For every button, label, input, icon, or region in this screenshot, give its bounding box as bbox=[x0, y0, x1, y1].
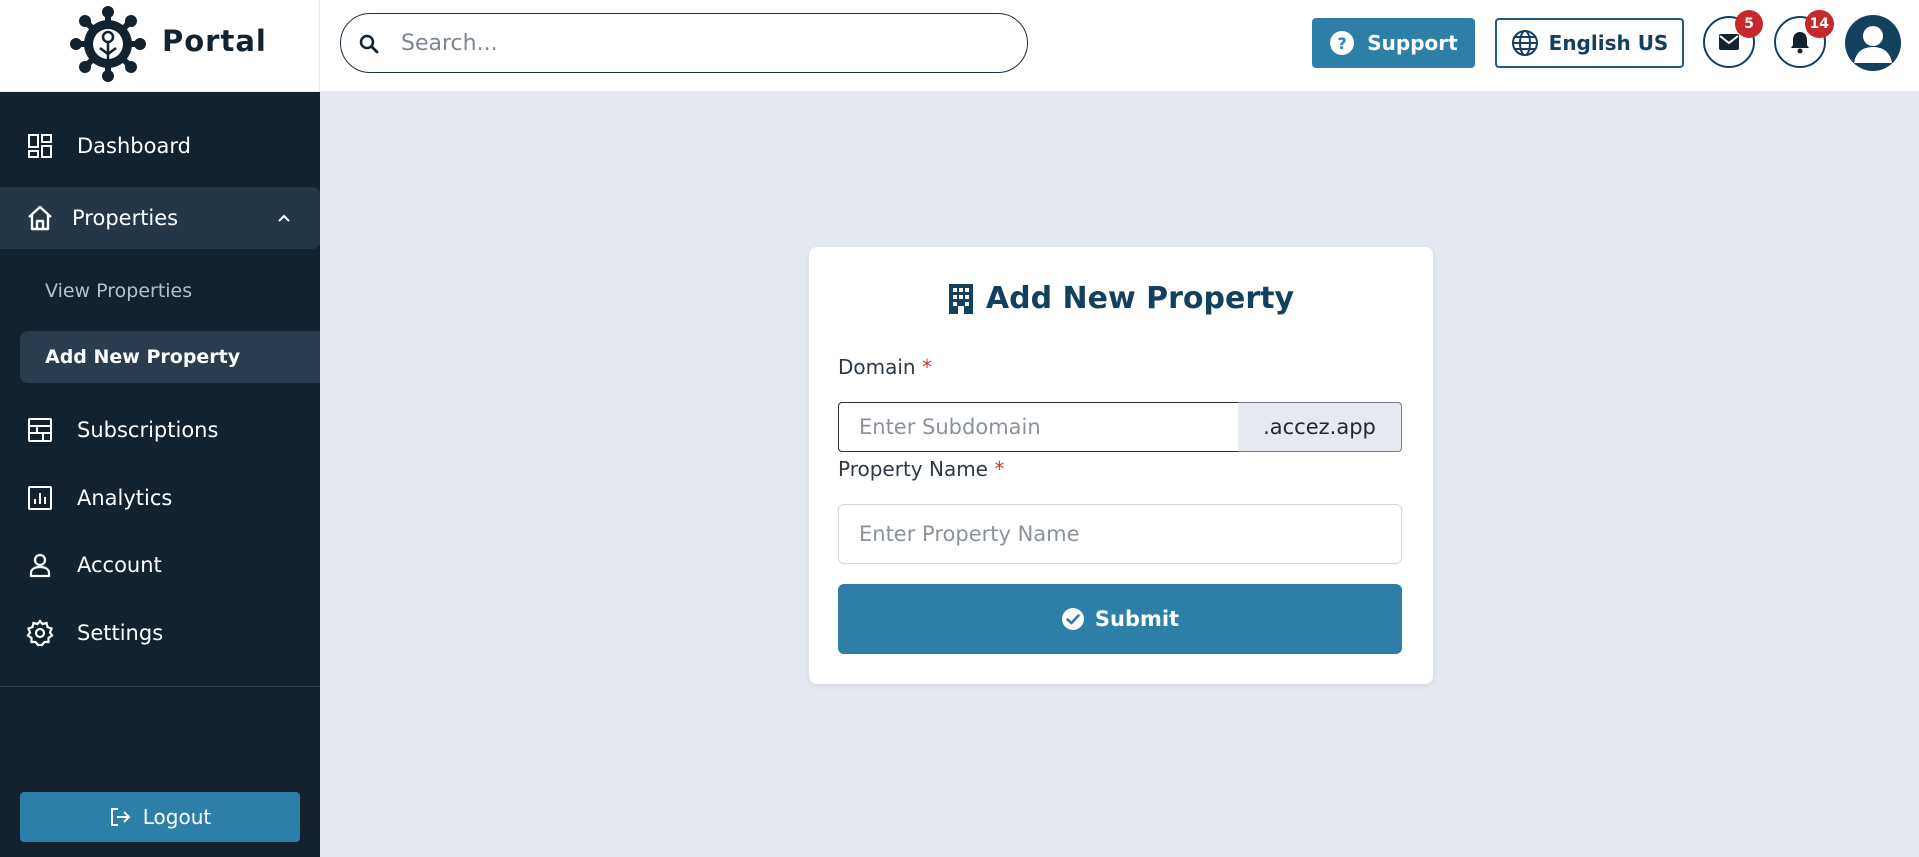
sidebar-item-analytics[interactable]: Analytics bbox=[0, 467, 320, 529]
property-name-input[interactable] bbox=[838, 504, 1402, 564]
help-circle-icon: ? bbox=[1330, 31, 1355, 55]
sidebar-subitem-label: View Properties bbox=[45, 280, 193, 302]
mail-button[interactable]: 5 bbox=[1703, 10, 1763, 68]
chevron-up-icon[interactable] bbox=[276, 210, 292, 226]
sidebar-subitem-add-new-property[interactable]: Add New Property bbox=[20, 331, 320, 383]
home-icon bbox=[28, 205, 52, 231]
avatar[interactable] bbox=[1845, 15, 1901, 71]
bell-icon bbox=[1791, 32, 1809, 54]
notification-badge: 14 bbox=[1804, 10, 1834, 38]
building-icon bbox=[948, 283, 973, 314]
language-label: English US bbox=[1548, 31, 1669, 55]
domain-label-text: Domain bbox=[838, 355, 916, 379]
check-circle-icon bbox=[1061, 608, 1084, 630]
sidebar-item-label: Dashboard bbox=[77, 134, 191, 158]
dashboard-icon bbox=[28, 134, 52, 158]
language-button[interactable]: English US bbox=[1495, 18, 1684, 68]
support-label: Support bbox=[1367, 31, 1458, 55]
support-button[interactable]: ? Support bbox=[1312, 18, 1475, 68]
logout-button[interactable]: Logout bbox=[20, 792, 300, 842]
search-icon bbox=[359, 34, 379, 54]
domain-label: Domain * bbox=[838, 355, 932, 379]
brand[interactable]: Portal bbox=[0, 0, 320, 92]
globe-icon bbox=[1511, 30, 1538, 56]
sidebar-item-dashboard[interactable]: Dashboard bbox=[0, 115, 320, 177]
page-title: Add New Property bbox=[809, 281, 1433, 316]
property-name-label-text: Property Name bbox=[838, 457, 988, 481]
page-title-text: Add New Property bbox=[985, 281, 1295, 316]
gear-network-logo-icon bbox=[70, 6, 146, 82]
logout-icon bbox=[110, 808, 131, 826]
sidebar-item-subscriptions[interactable]: Subscriptions bbox=[0, 399, 320, 461]
sidebar-subitem-view-properties[interactable]: View Properties bbox=[20, 265, 320, 317]
required-mark: * bbox=[921, 355, 932, 379]
submit-label: Submit bbox=[1094, 607, 1180, 631]
sidebar-item-label: Subscriptions bbox=[77, 418, 219, 442]
sidebar-item-label: Settings bbox=[77, 621, 164, 645]
top-bar: Portal ? Support English US bbox=[0, 0, 1919, 92]
sidebar-divider bbox=[0, 686, 320, 687]
analytics-icon bbox=[28, 486, 52, 510]
subscriptions-icon bbox=[28, 418, 52, 442]
brand-name: Portal bbox=[162, 24, 267, 58]
property-name-label: Property Name * bbox=[838, 457, 1004, 481]
mail-icon bbox=[1719, 34, 1739, 50]
submit-button[interactable]: Submit bbox=[838, 584, 1402, 654]
domain-suffix: .accez.app bbox=[1238, 402, 1402, 452]
account-icon bbox=[29, 553, 51, 578]
add-property-card: Add New Property Domain * .accez.app Pro… bbox=[809, 247, 1433, 684]
logout-label: Logout bbox=[142, 805, 212, 829]
search-input[interactable] bbox=[401, 26, 1001, 60]
sidebar-item-label: Properties bbox=[72, 206, 179, 230]
sidebar-item-account[interactable]: Account bbox=[0, 534, 320, 596]
svg-text:?: ? bbox=[1338, 34, 1347, 53]
sidebar-item-properties[interactable]: Properties bbox=[0, 187, 320, 249]
mail-badge: 5 bbox=[1735, 10, 1763, 38]
settings-icon bbox=[26, 619, 54, 647]
notifications-button[interactable]: 14 bbox=[1774, 10, 1834, 68]
required-mark: * bbox=[994, 457, 1005, 481]
user-avatar-icon bbox=[1854, 26, 1892, 63]
subdomain-input[interactable] bbox=[838, 402, 1239, 452]
sidebar-item-label: Account bbox=[77, 553, 162, 577]
sidebar-subitem-label: Add New Property bbox=[45, 346, 241, 368]
search-bar[interactable] bbox=[340, 13, 1028, 73]
sidebar-item-label: Analytics bbox=[77, 486, 173, 510]
sidebar-item-settings[interactable]: Settings bbox=[0, 602, 320, 664]
sidebar: Dashboard Properties View Properties Add… bbox=[0, 92, 320, 857]
